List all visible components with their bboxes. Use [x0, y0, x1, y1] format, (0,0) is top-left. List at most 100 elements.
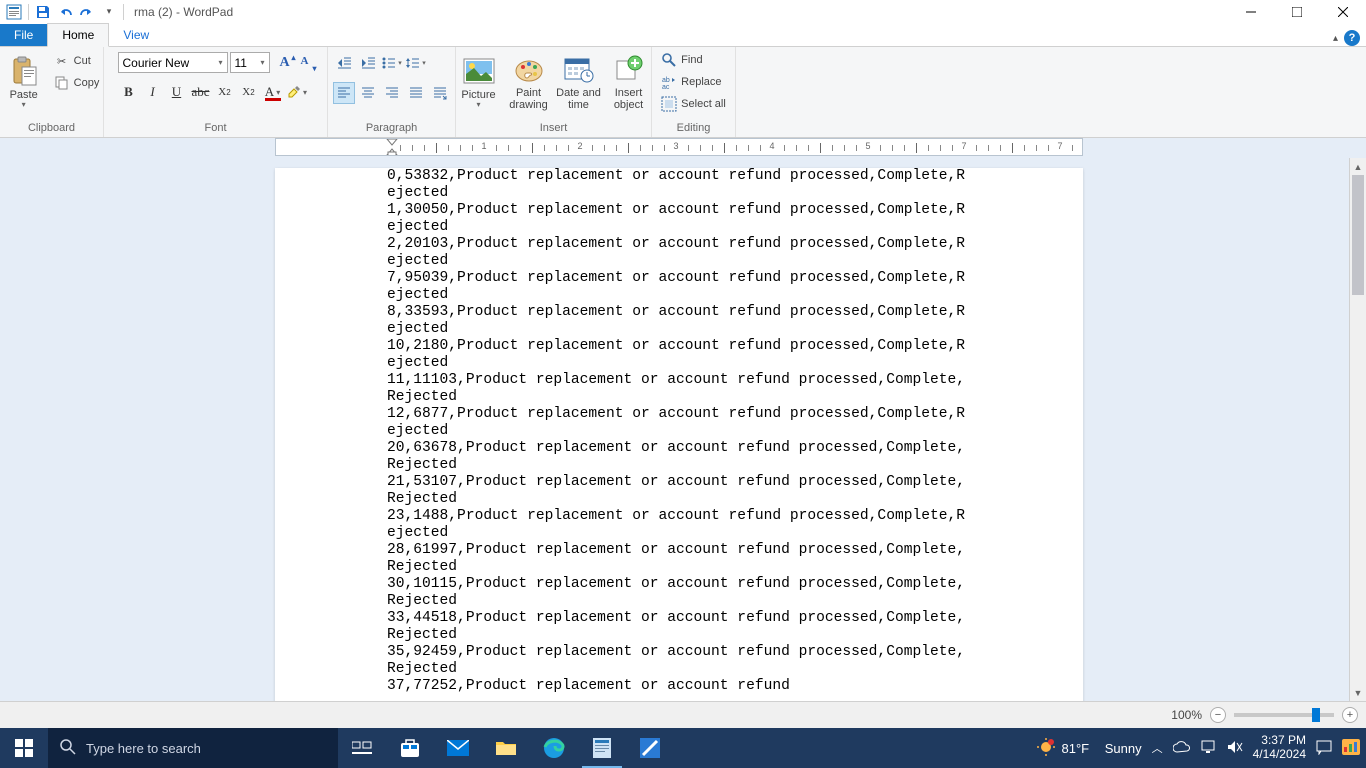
bold-button[interactable]: B — [118, 81, 140, 103]
maximize-button[interactable] — [1274, 0, 1320, 23]
cut-icon: ✂ — [54, 53, 70, 69]
onedrive-icon[interactable] — [1173, 741, 1191, 756]
weather-icon — [1036, 737, 1056, 760]
font-size-combo[interactable]: 11▾ — [230, 52, 270, 73]
weather-cond: Sunny — [1105, 741, 1142, 756]
zoom-slider-knob[interactable] — [1312, 708, 1320, 722]
start-button[interactable] — [0, 728, 48, 768]
underline-button[interactable]: U — [166, 81, 188, 103]
date-time-button[interactable]: Date and time — [555, 49, 603, 115]
find-icon — [661, 52, 677, 68]
find-label: Find — [681, 54, 702, 66]
paragraph-dialog-button[interactable] — [429, 82, 451, 104]
shrink-font-button[interactable]: A▾ — [296, 55, 314, 71]
tray-app-icon[interactable] — [1342, 739, 1360, 758]
weather-temp: 81°F — [1062, 741, 1090, 756]
group-clipboard-label: Clipboard — [28, 120, 75, 137]
paint-drawing-button[interactable]: Paint drawing — [505, 49, 553, 115]
picture-icon — [463, 55, 495, 87]
group-editing: Find abac Replace Select all Editing — [652, 47, 736, 137]
bullets-button[interactable]: ▾ — [381, 52, 403, 74]
justify-button[interactable] — [405, 82, 427, 104]
subscript-button[interactable]: X2 — [214, 81, 236, 103]
highlight-button[interactable]: ▾ — [286, 81, 308, 103]
select-all-label: Select all — [681, 98, 726, 110]
qat-customize-icon[interactable]: ▾ — [99, 2, 119, 22]
italic-button[interactable]: I — [142, 81, 164, 103]
windows-taskbar: Type here to search 81°F Sunny ︿ 3:37 PM… — [0, 728, 1366, 768]
document-text[interactable]: 0,53832,Product replacement or account r… — [275, 168, 1083, 701]
taskbar-app-icon[interactable] — [626, 728, 674, 768]
horizontal-ruler[interactable]: 1234577 — [275, 138, 1083, 156]
strikethrough-button[interactable]: abc — [190, 81, 212, 103]
tab-home[interactable]: Home — [47, 23, 109, 47]
task-view-icon[interactable] — [338, 728, 386, 768]
font-name-combo[interactable]: Courier New▾ — [118, 52, 228, 73]
find-button[interactable]: Find — [657, 50, 730, 70]
font-name-value: Courier New — [123, 56, 190, 70]
tab-view[interactable]: View — [109, 24, 163, 46]
copy-button[interactable]: Copy — [50, 73, 104, 93]
wordpad-icon[interactable] — [4, 2, 24, 22]
align-left-button[interactable] — [333, 82, 355, 104]
replace-icon: abac — [661, 74, 677, 90]
scroll-up-arrow-icon[interactable]: ▲ — [1350, 158, 1366, 175]
calendar-icon — [563, 53, 595, 85]
network-icon[interactable] — [1201, 740, 1217, 757]
replace-button[interactable]: abac Replace — [657, 72, 730, 92]
align-right-button[interactable] — [381, 82, 403, 104]
volume-icon[interactable] — [1227, 740, 1243, 757]
line-spacing-button[interactable]: ▾ — [405, 52, 427, 74]
paste-label: Paste — [10, 89, 38, 101]
scroll-down-arrow-icon[interactable]: ▼ — [1350, 684, 1366, 701]
help-icon[interactable]: ? — [1344, 30, 1360, 46]
increase-indent-button[interactable] — [357, 52, 379, 74]
status-bar: 100% − + — [0, 701, 1366, 728]
svg-text:ac: ac — [662, 84, 670, 90]
replace-label: Replace — [681, 76, 721, 88]
taskbar-mail-icon[interactable] — [434, 728, 482, 768]
notifications-icon[interactable] — [1316, 739, 1332, 758]
taskbar-clock[interactable]: 3:37 PM 4/14/2024 — [1253, 734, 1306, 762]
align-center-button[interactable] — [357, 82, 379, 104]
ribbon-collapse-icon[interactable]: ▴ — [1333, 33, 1338, 44]
paste-button[interactable]: Paste ▾ — [0, 49, 48, 115]
taskbar-explorer-icon[interactable] — [482, 728, 530, 768]
group-paragraph-label: Paragraph — [366, 120, 417, 137]
redo-icon[interactable] — [77, 2, 97, 22]
tray-overflow-icon[interactable]: ︿ — [1152, 740, 1163, 756]
scrollbar-thumb[interactable] — [1352, 175, 1364, 295]
tab-file[interactable]: File — [0, 24, 47, 46]
insert-object-button[interactable]: Insert object — [605, 49, 653, 115]
save-icon[interactable] — [33, 2, 53, 22]
group-font-label: Font — [204, 120, 226, 137]
undo-icon[interactable] — [55, 2, 75, 22]
taskbar-weather[interactable]: 81°F Sunny — [1036, 737, 1142, 760]
cut-button[interactable]: ✂ Cut — [50, 51, 104, 71]
taskbar-wordpad-icon[interactable] — [578, 728, 626, 768]
close-button[interactable] — [1320, 0, 1366, 23]
group-editing-label: Editing — [677, 120, 711, 137]
minimize-button[interactable] — [1228, 0, 1274, 23]
taskbar-search[interactable]: Type here to search — [48, 728, 338, 768]
grow-font-button[interactable]: A▴ — [276, 55, 294, 71]
zoom-in-button[interactable]: + — [1342, 707, 1358, 723]
insert-picture-button[interactable]: Picture▾ — [455, 49, 503, 115]
group-font: Courier New▾ 11▾ A▴ A▾ B I U abc X2 X2 A… — [104, 47, 328, 137]
indent-marker-icon[interactable] — [386, 138, 398, 156]
page: 0,53832,Product replacement or account r… — [275, 168, 1083, 701]
decrease-indent-button[interactable] — [333, 52, 355, 74]
group-paragraph: ▾ ▾ Paragraph — [328, 47, 456, 137]
taskbar-store-icon[interactable] — [386, 728, 434, 768]
copy-icon — [54, 75, 70, 91]
taskbar-edge-icon[interactable] — [530, 728, 578, 768]
zoom-out-button[interactable]: − — [1210, 707, 1226, 723]
window-title: rma (2) - WordPad — [134, 5, 233, 19]
vertical-scrollbar[interactable]: ▲ ▼ — [1349, 158, 1366, 701]
svg-text:ab: ab — [662, 77, 670, 84]
superscript-button[interactable]: X2 — [238, 81, 260, 103]
paint-icon — [513, 53, 545, 85]
select-all-button[interactable]: Select all — [657, 94, 730, 114]
zoom-slider[interactable] — [1234, 713, 1334, 717]
font-color-button[interactable]: A▾ — [262, 81, 284, 103]
